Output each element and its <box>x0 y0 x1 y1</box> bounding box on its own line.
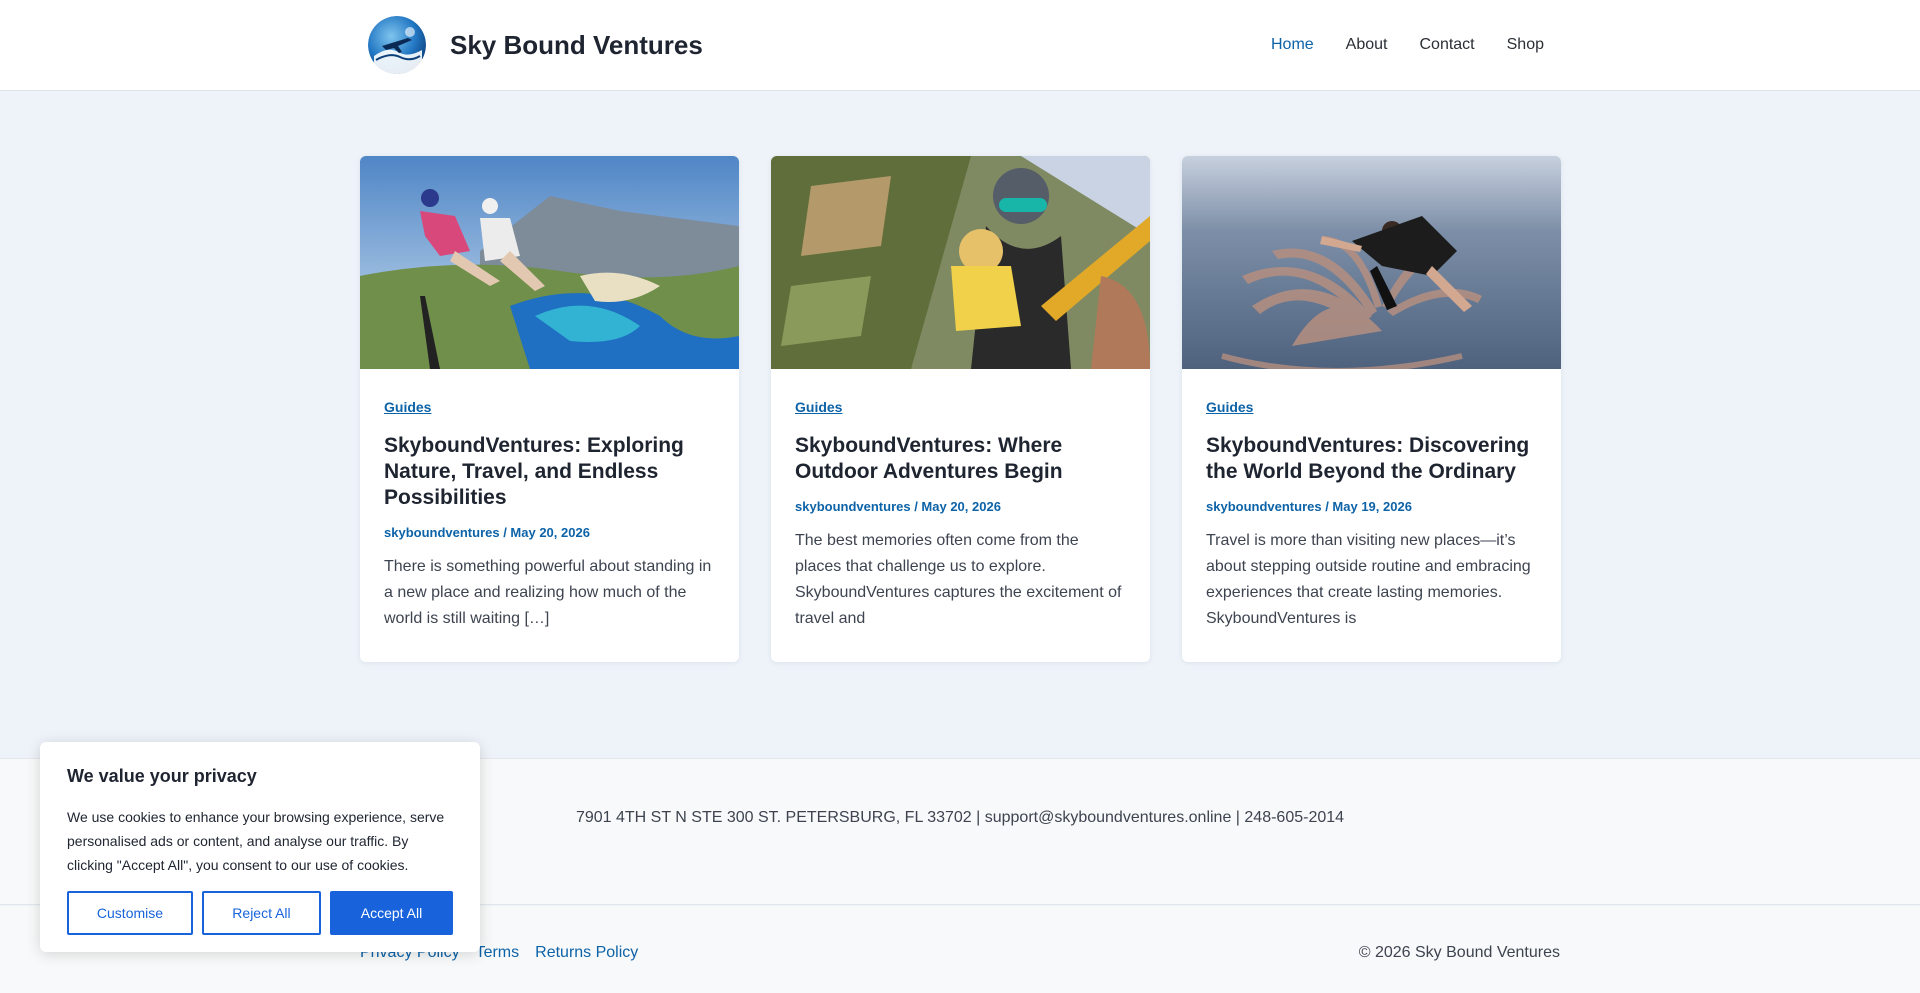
post-title[interactable]: SkyboundVentures: Where Outdoor Adventur… <box>795 433 1126 485</box>
customise-button[interactable]: Customise <box>67 891 193 935</box>
accept-all-button[interactable]: Accept All <box>330 891 453 935</box>
post-image-skydiving-selfie[interactable] <box>771 156 1150 369</box>
post-meta[interactable]: skyboundventures / May 19, 2026 <box>1206 499 1537 514</box>
post-card-body: Guides SkyboundVentures: Where Outdoor A… <box>771 369 1150 632</box>
copyright: © 2026 Sky Bound Ventures <box>1358 944 1560 961</box>
post-image-freefall-palm[interactable] <box>1182 156 1561 369</box>
post-card: Guides SkyboundVentures: Exploring Natur… <box>360 156 739 662</box>
post-card-body: Guides SkyboundVentures: Exploring Natur… <box>360 369 739 632</box>
site-header: Sky Bound Ventures Home About Contact Sh… <box>0 0 1920 91</box>
logo-airplane-icon[interactable] <box>368 16 426 74</box>
post-excerpt: There is something powerful about standi… <box>384 558 712 627</box>
footer-link-returns[interactable]: Returns Policy <box>535 944 638 962</box>
post-excerpt: The best memories often come from the pl… <box>795 532 1122 627</box>
post-meta[interactable]: skyboundventures / May 20, 2026 <box>795 499 1126 514</box>
nav-about[interactable]: About <box>1346 36 1388 54</box>
post-meta[interactable]: skyboundventures / May 20, 2026 <box>384 525 715 540</box>
reject-all-button[interactable]: Reject All <box>201 891 321 935</box>
post-title[interactable]: SkyboundVentures: Discovering the World … <box>1206 433 1537 485</box>
main-nav: Home About Contact Shop <box>1271 36 1544 54</box>
nav-shop[interactable]: Shop <box>1507 36 1544 54</box>
post-excerpt: Travel is more than visiting new places—… <box>1206 532 1531 627</box>
cookie-buttons: Customise Reject All Accept All <box>67 891 453 935</box>
post-card: Guides SkyboundVentures: Where Outdoor A… <box>771 156 1150 662</box>
nav-contact[interactable]: Contact <box>1419 36 1474 54</box>
site-title[interactable]: Sky Bound Ventures <box>450 30 703 61</box>
nav-home[interactable]: Home <box>1271 36 1314 54</box>
cookie-title: We value your privacy <box>67 766 257 786</box>
post-category[interactable]: Guides <box>384 399 715 415</box>
post-title[interactable]: SkyboundVentures: Exploring Nature, Trav… <box>384 433 715 511</box>
post-grid: Guides SkyboundVentures: Exploring Natur… <box>360 156 1561 662</box>
footer-link-terms[interactable]: Terms <box>476 944 520 962</box>
cookie-consent-banner: We value your privacy We use cookies to … <box>40 742 480 952</box>
post-card-body: Guides SkyboundVentures: Discovering the… <box>1182 369 1561 632</box>
brand[interactable]: Sky Bound Ventures <box>368 16 703 74</box>
post-card: Guides SkyboundVentures: Discovering the… <box>1182 156 1561 662</box>
post-category[interactable]: Guides <box>1206 399 1537 415</box>
post-image-paragliding[interactable] <box>360 156 739 369</box>
cookie-text: We use cookies to enhance your browsing … <box>67 809 445 873</box>
post-category[interactable]: Guides <box>795 399 1126 415</box>
